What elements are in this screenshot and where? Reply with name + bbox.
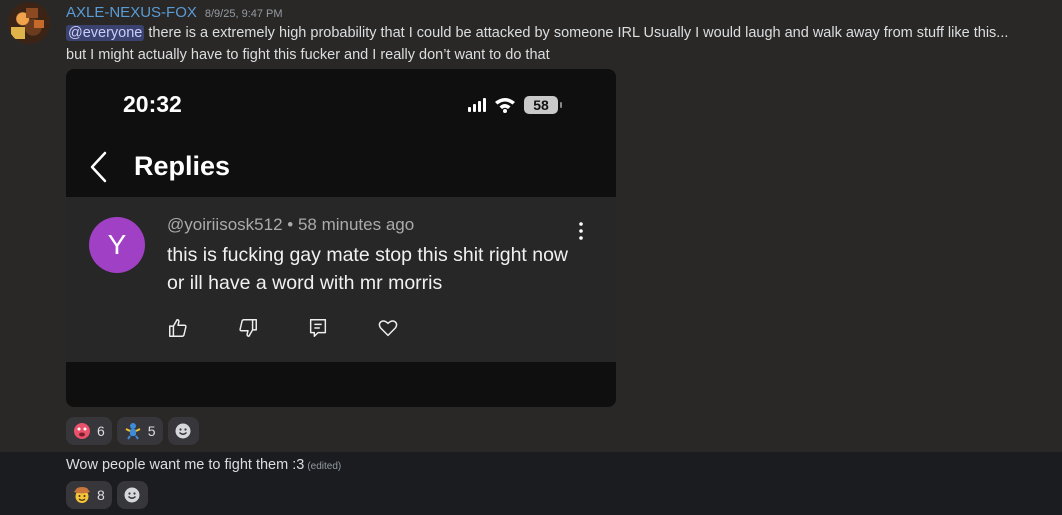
commenter-handle: @yoiriisosk512 <box>167 215 283 234</box>
more-options-icon <box>579 222 583 240</box>
reaction-pill[interactable]: 5 <box>116 417 163 445</box>
commenter-avatar: Y <box>89 217 145 273</box>
followup-reaction-bar: 8 <box>66 481 148 509</box>
comment-actions <box>167 317 399 339</box>
thumbs-down-icon <box>239 319 257 337</box>
everyone-mention[interactable]: @everyone <box>66 25 145 41</box>
back-chevron-icon <box>90 151 107 183</box>
attached-screenshot[interactable]: 20:32 58 Replies Y @yoiriisosk512 • 58 m… <box>66 69 616 407</box>
comment-card: Y @yoiriisosk512 • 58 minutes ago this i… <box>66 197 616 362</box>
author-username[interactable]: AXLE-NEXUS-FOX <box>66 4 197 21</box>
reaction-count: 5 <box>147 423 156 439</box>
author-avatar[interactable] <box>8 2 50 44</box>
message-header: AXLE-NEXUS-FOX 8/9/25, 9:47 PM <box>66 4 283 22</box>
comment-meta: @yoiriisosk512 • 58 minutes ago <box>167 215 414 235</box>
comment-body: this is fucking gay mate stop this shit … <box>167 244 569 294</box>
wifi-icon <box>495 98 515 113</box>
message-container: AXLE-NEXUS-FOX 8/9/25, 9:47 PM @everyone… <box>0 0 1062 452</box>
add-reaction-icon <box>175 423 191 439</box>
blue-figure-emoji-icon <box>125 423 141 440</box>
cowboy-emoji-icon <box>74 487 90 503</box>
message-text-line-1: @everyone there is a extremely high prob… <box>66 25 1008 41</box>
add-reaction-button[interactable] <box>167 417 199 445</box>
reaction-count: 6 <box>97 423 105 439</box>
status-bar-icons: 58 <box>468 95 562 115</box>
reaction-pill[interactable]: 6 <box>66 417 112 445</box>
message-text-line-2: but I might actually have to fight this … <box>66 47 550 63</box>
red-face-emoji-icon <box>74 423 90 439</box>
thumbs-up-icon <box>169 319 187 337</box>
reaction-bar: 6 5 <box>66 417 199 445</box>
reaction-pill[interactable]: 8 <box>66 481 112 509</box>
battery-icon: 58 <box>524 96 562 114</box>
comment-time: 58 minutes ago <box>297 215 415 234</box>
status-bar-time: 20:32 <box>123 91 182 117</box>
message-timestamp[interactable]: 8/9/25, 9:47 PM <box>205 8 283 20</box>
meta-separator: • <box>282 215 298 234</box>
reaction-count: 8 <box>97 487 105 503</box>
edited-tag: (edited) <box>307 461 342 472</box>
signal-icon <box>468 98 486 112</box>
replies-title: Replies <box>134 151 231 181</box>
message-text: there is a extremely high probability th… <box>144 25 1009 41</box>
reply-icon <box>309 319 327 337</box>
followup-body: Wow people want me to fight them :3 <box>66 457 305 473</box>
heart-icon <box>378 320 398 337</box>
add-reaction-icon <box>124 487 140 503</box>
add-reaction-button[interactable] <box>116 481 148 509</box>
followup-text: Wow people want me to fight them :3 (edit… <box>66 457 341 473</box>
